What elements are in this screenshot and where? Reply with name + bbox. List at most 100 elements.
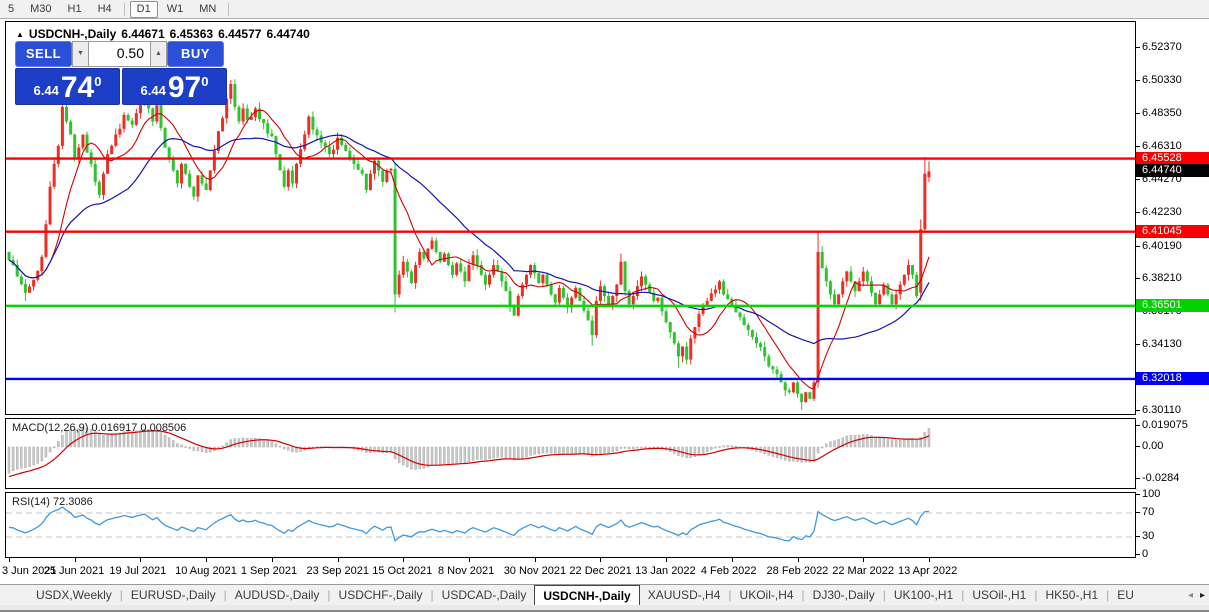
axis-tick-mark (1136, 80, 1140, 82)
axis-tick-mark (1136, 277, 1140, 279)
date-tick-mark (731, 558, 733, 562)
date-tick-mark (9, 558, 10, 562)
date-tick-mark (271, 558, 273, 562)
macd-histogram (7, 427, 931, 474)
ohlc-low-value: 6.44577 (218, 27, 262, 41)
date-axis-label: 4 Feb 2022 (700, 565, 757, 577)
price-level-chip: 6.44740 (1136, 164, 1209, 178)
buy-price-button[interactable]: 6.44 97 0 (122, 68, 227, 105)
tab-scroll-left-icon[interactable]: ◂ (1188, 590, 1193, 601)
price-axis-label: 6.38210 (1142, 271, 1182, 284)
date-tick-mark (74, 558, 76, 562)
price-axis-label: 6.46310 (1142, 139, 1182, 152)
sell-button[interactable]: SELL (15, 41, 72, 67)
chart-symbol-label: USDCNH-,Daily (28, 27, 117, 41)
collapse-panel-icon[interactable]: ▲ (16, 30, 24, 39)
date-tick-mark (600, 558, 602, 562)
chart-tab-eurusd-daily[interactable]: EURUSD-,Daily (123, 585, 224, 605)
date-tick-mark (468, 558, 470, 562)
volume-increase-button[interactable]: ▲ (150, 41, 167, 67)
toolbar-separator (228, 2, 230, 16)
axis-tick-mark (1136, 179, 1140, 181)
date-tick-mark (797, 558, 799, 562)
timeframe-button-mn[interactable]: MN (192, 1, 223, 18)
price-axis-label: 6.42230 (1142, 206, 1182, 219)
chart-tab-audusd-daily[interactable]: AUDUSD-,Daily (227, 585, 328, 605)
timeframe-button-d1[interactable]: D1 (129, 0, 158, 18)
ma-fast-line (8, 109, 930, 390)
sell-price-main: 6.44 (33, 83, 59, 98)
chart-tabs-bar: USDX,Weekly | EURUSD-,Daily | AUDUSD-,Daily |… (0, 584, 1209, 605)
price-level-chip: 6.45528 (1136, 151, 1209, 165)
ohlc-close-value: 6.44740 (266, 27, 310, 41)
timeframe-button-w1[interactable]: W1 (160, 1, 191, 18)
axis-tick-mark (1136, 245, 1140, 247)
rsi-axis-label: 30 (1142, 530, 1155, 542)
price-axis: 6.52370 6.50330 6.48350 6.46310 6.44270 6.422… (1136, 21, 1209, 560)
rsi-panel[interactable]: RSI(14) 72.3086 (5, 492, 1136, 558)
chart-tab-xauusd-h4[interactable]: XAUUSD-,H4 (640, 585, 729, 605)
sell-price-button[interactable]: 6.44 74 0 (15, 68, 120, 105)
date-axis-label: 8 Nov 2021 (437, 565, 495, 577)
rsi-canvas[interactable] (6, 493, 1135, 557)
sell-price-big-digits: 74 (60, 71, 95, 104)
macd-axis-label: 0.019075 (1142, 418, 1188, 431)
date-axis-label: 1 Sep 2021 (240, 565, 298, 577)
chart-tab-usoil-h1[interactable]: USOil-,H1 (964, 585, 1034, 605)
chart-tab-ukoil-h4[interactable]: UKOil-,H4 (732, 585, 802, 605)
date-tick-mark (534, 558, 536, 562)
date-axis-label: 19 Jul 2021 (109, 565, 167, 577)
axis-tick-mark (1136, 145, 1140, 147)
price-axis-label: 6.52370 (1142, 40, 1182, 53)
chart-tab-usdcnh-daily[interactable]: USDCNH-,Daily (534, 585, 640, 605)
price-axis-label: 6.30110 (1142, 404, 1181, 416)
rsi-axis-label: 100 (1142, 488, 1161, 500)
date-tick-mark (666, 558, 668, 562)
chart-tab-eu[interactable]: EU (1109, 585, 1142, 605)
price-level-chip: 6.41045 (1136, 224, 1209, 238)
date-tick-mark (863, 558, 865, 562)
date-tick-mark (140, 558, 142, 562)
axis-tick-mark (1136, 410, 1140, 411)
rsi-line (8, 506, 930, 542)
main-chart-panel[interactable]: ▲ USDCNH-,Daily 6.44671 6.45363 6.44577 … (5, 21, 1136, 415)
timeframe-button-h1[interactable]: H1 (61, 1, 89, 18)
price-level-chip: 6.36501 (1136, 298, 1209, 312)
chart-tab-usdx-weekly[interactable]: USDX,Weekly (28, 585, 120, 605)
chart-tab-uk100-h1[interactable]: UK100-,H1 (886, 585, 961, 605)
macd-label: MACD(12,26,9) 0.016917 0.008506 (12, 422, 187, 434)
axis-tick-mark (1136, 494, 1140, 495)
date-tick-mark (337, 558, 339, 562)
date-axis-label: 30 Nov 2021 (503, 565, 567, 577)
tab-scroll-right-icon[interactable]: ▸ (1200, 590, 1205, 601)
axis-tick-mark (1136, 424, 1140, 426)
macd-panel[interactable]: MACD(12,26,9) 0.016917 0.008506 (5, 418, 1136, 489)
chart-title: ▲ USDCNH-,Daily 6.44671 6.45363 6.44577 … (16, 27, 315, 41)
buy-button[interactable]: BUY (167, 41, 224, 67)
candlesticks (7, 79, 931, 411)
chart-tab-usdchf-daily[interactable]: USDCHF-,Daily (331, 585, 431, 605)
rsi-label: RSI(14) 72.3086 (12, 496, 93, 508)
volume-input[interactable]: 0.50 (89, 41, 150, 67)
date-axis-label: 13 Jan 2022 (635, 565, 696, 577)
axis-tick-mark (1136, 46, 1140, 48)
date-tick-mark (206, 558, 208, 562)
toolbar-separator (123, 2, 125, 16)
chart-tab-dj30-daily[interactable]: DJ30-,Daily (805, 585, 883, 605)
timeframe-button-h4[interactable]: H4 (91, 1, 119, 18)
date-tick-mark (403, 558, 405, 562)
volume-decrease-button[interactable]: ▼ (72, 41, 89, 67)
axis-tick-mark (1136, 446, 1140, 447)
date-axis-label: 15 Oct 2021 (372, 565, 433, 577)
date-axis-label: 22 Mar 2022 (832, 565, 895, 577)
sell-price-pip-digit: 0 (94, 74, 102, 89)
axis-tick-mark (1136, 536, 1140, 537)
price-level-chip: 6.32018 (1136, 371, 1209, 385)
timeframe-button-m30[interactable]: M30 (23, 1, 58, 18)
chart-tab-hk50-h1[interactable]: HK50-,H1 (1037, 585, 1106, 605)
ohlc-high-value: 6.45363 (169, 27, 214, 41)
timeframe-button-5[interactable]: 5 (1, 1, 21, 18)
macd-axis-label: 0.00 (1142, 440, 1164, 452)
chart-tab-usdcad-daily[interactable]: USDCAD-,Daily (434, 585, 535, 605)
price-axis-label: 6.40190 (1142, 239, 1182, 252)
